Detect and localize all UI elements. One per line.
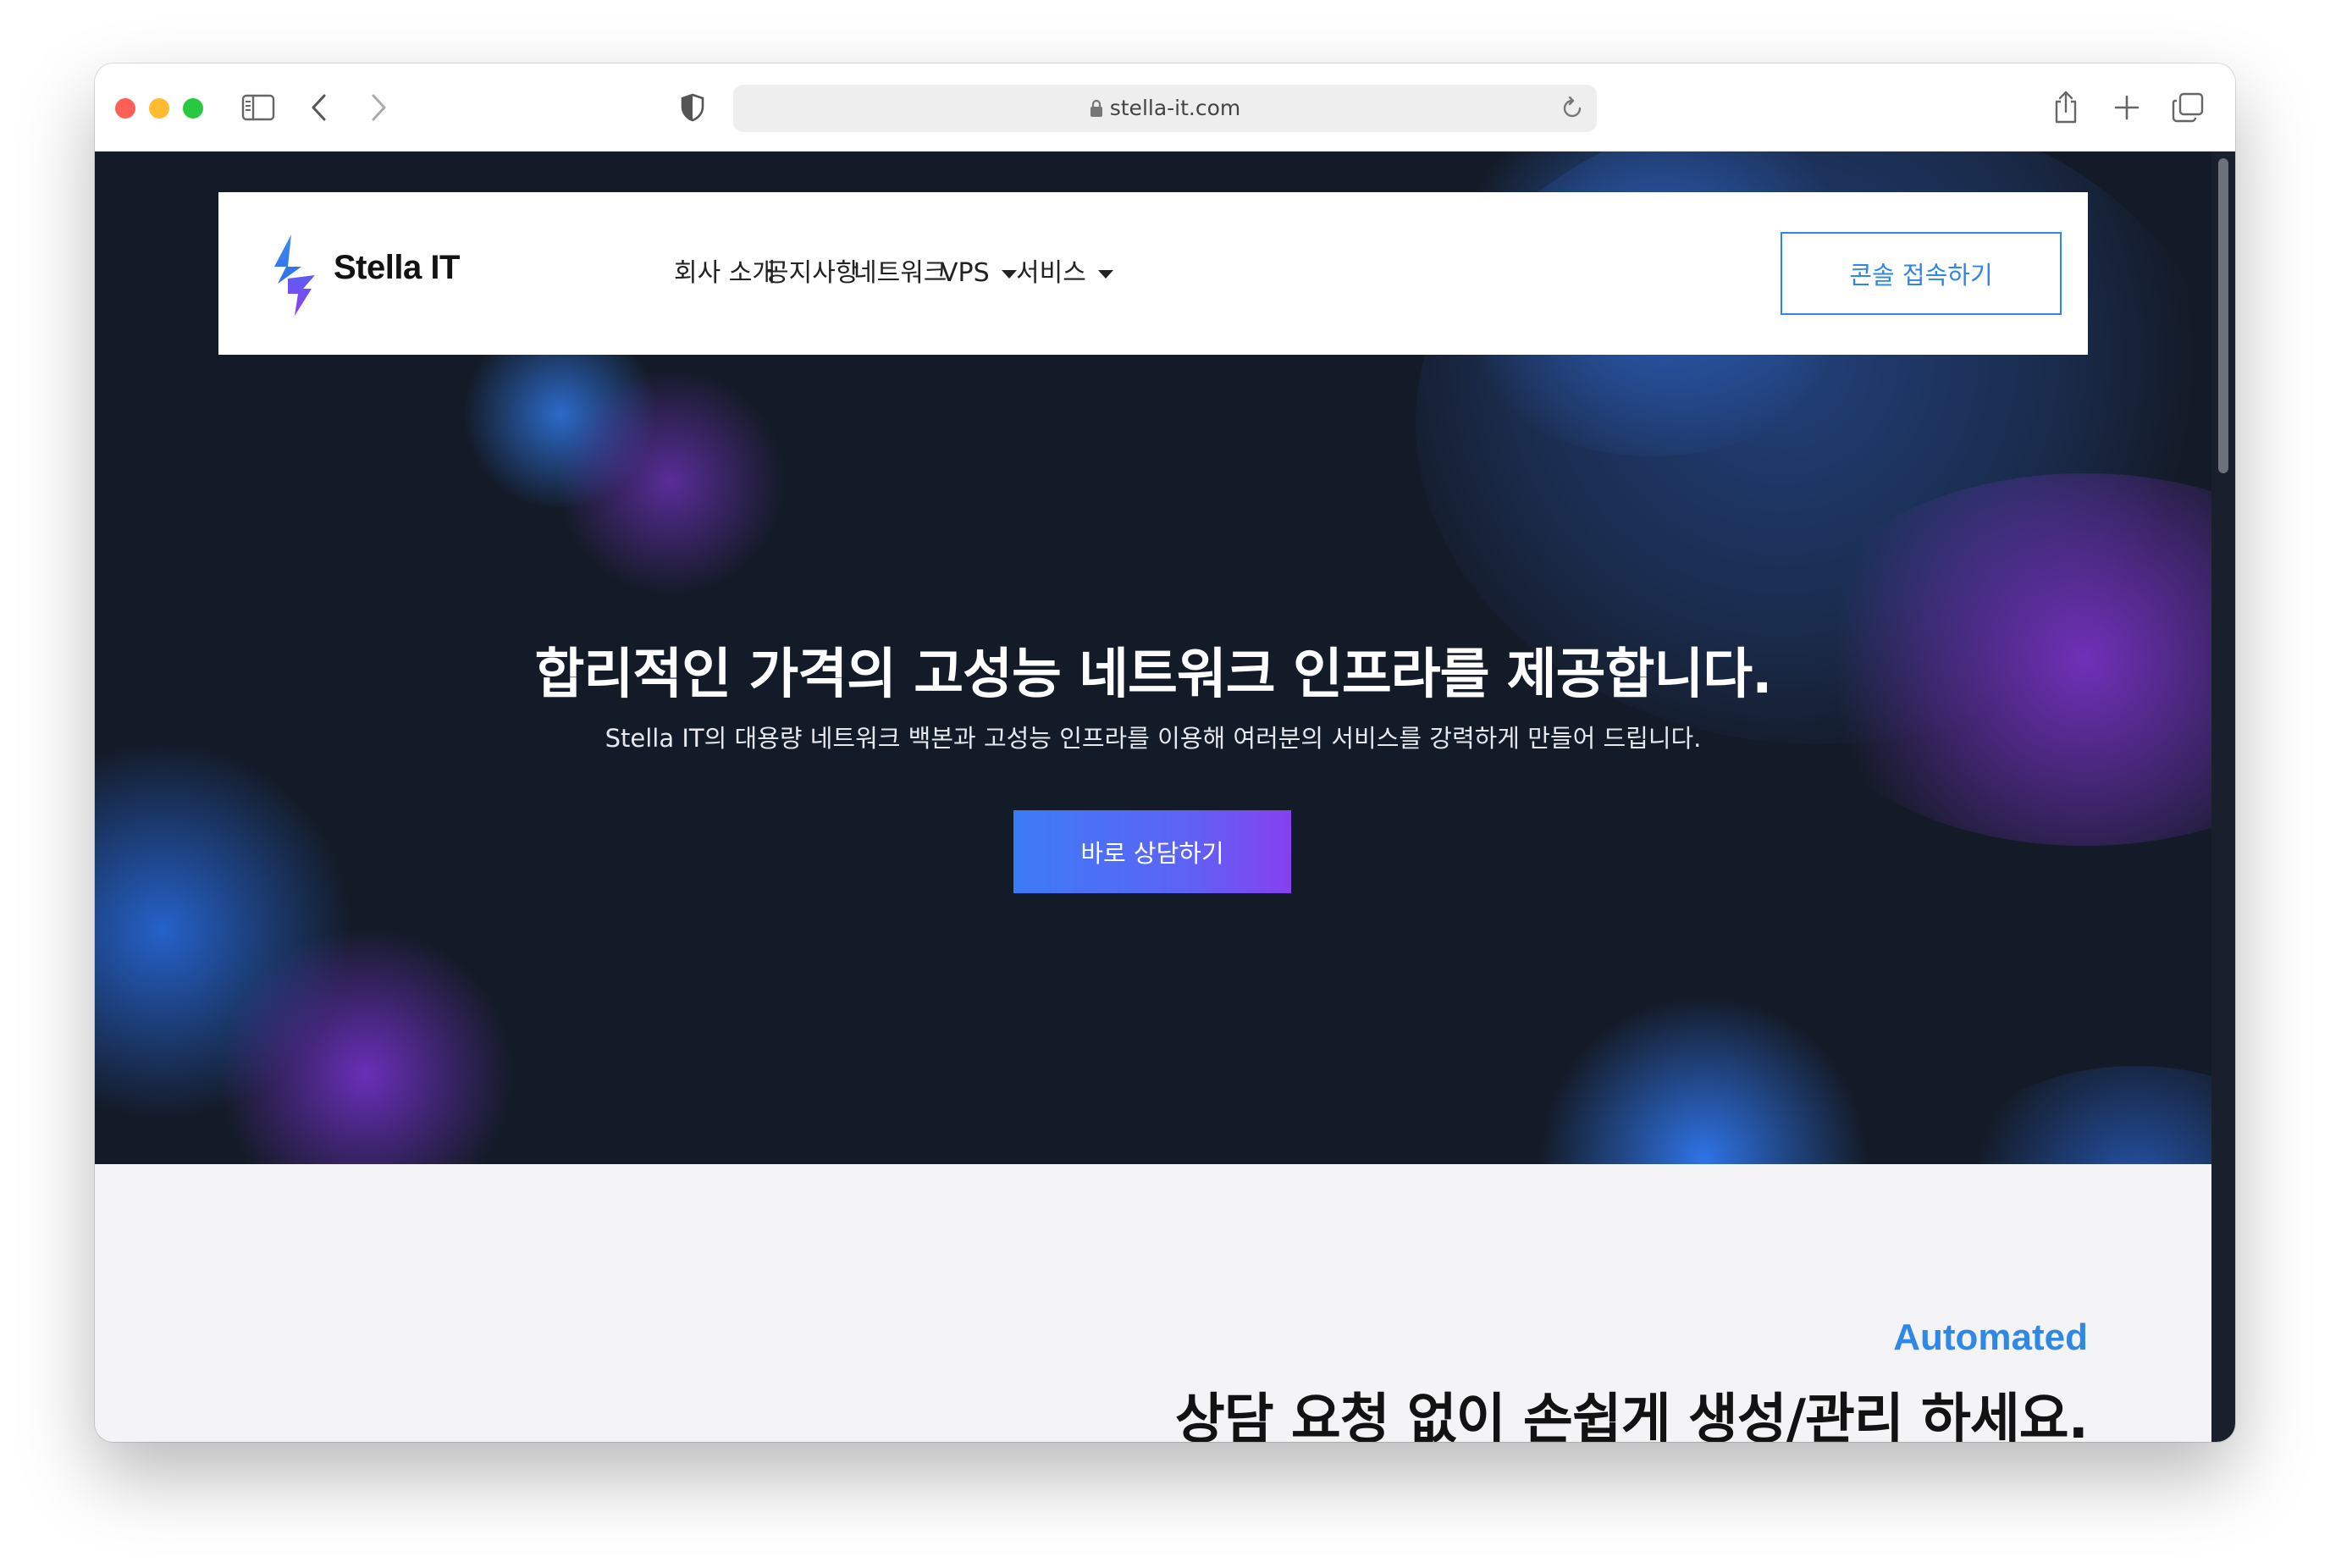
hero-title: 합리적인 가격의 고성능 네트워크 인프라를 제공합니다. — [534, 643, 1773, 706]
stella-logo-icon[interactable] — [269, 233, 320, 317]
browser-toolbar: stella-it.com — [95, 63, 2235, 152]
sidebar-icon[interactable] — [233, 82, 284, 133]
share-icon[interactable] — [2040, 82, 2091, 133]
address-text: stella-it.com — [733, 85, 1597, 132]
shield-icon[interactable] — [667, 82, 718, 133]
page-viewport: Stella IT 회사 소개 공지사항 네트워크 VPS 서비스 콘솔 접속하… — [95, 152, 2211, 1442]
section-eyebrow: Automated — [1893, 1317, 2088, 1358]
browser-window: stella-it.com Stella IT 회사 소개 공지사항 네트워크 … — [95, 63, 2235, 1442]
new-tab-icon[interactable] — [2101, 82, 2152, 133]
nav-item-about[interactable]: 회사 소개 — [674, 257, 776, 290]
nav-item-notices[interactable]: 공지사항 — [765, 257, 859, 290]
minimize-window-button[interactable] — [149, 98, 169, 119]
nav-item-services-label: 서비스 — [1016, 258, 1086, 288]
back-icon[interactable] — [294, 82, 345, 133]
nav-item-services[interactable]: 서비스 — [1016, 257, 1113, 290]
forward-icon[interactable] — [353, 82, 404, 133]
background-blob — [1941, 1066, 2211, 1164]
site-header: Stella IT 회사 소개 공지사항 네트워크 VPS 서비스 콘솔 접속하… — [218, 192, 2088, 355]
nav-item-vps[interactable]: VPS — [941, 257, 1017, 290]
background-blob — [552, 372, 789, 592]
nav-item-network[interactable]: 네트워크 — [853, 257, 947, 290]
caret-down-icon — [1001, 269, 1017, 279]
scrollbar-thumb[interactable] — [2218, 158, 2228, 473]
section-title: 상담 요청 없이 손쉽게 생성/관리 하세요. — [1174, 1389, 2089, 1442]
url-text: stella-it.com — [1109, 96, 1241, 120]
reload-icon[interactable] — [1560, 95, 1585, 125]
zoom-window-button[interactable] — [183, 98, 203, 119]
lock-icon — [1090, 99, 1102, 117]
console-login-button[interactable]: 콘솔 접속하기 — [1781, 232, 2062, 315]
caret-down-icon — [1097, 269, 1113, 279]
page-scrollbar[interactable] — [2211, 152, 2235, 1442]
nav-item-vps-label: VPS — [941, 258, 990, 288]
close-window-button[interactable] — [115, 98, 135, 119]
consult-now-button[interactable]: 바로 상담하기 — [1013, 810, 1291, 893]
hero-subtitle: Stella IT의 대용량 네트워크 백본과 고성능 인프라를 이용해 여러분… — [605, 724, 1702, 753]
hero-section: Stella IT 회사 소개 공지사항 네트워크 VPS 서비스 콘솔 접속하… — [95, 152, 2211, 1164]
brand-name[interactable]: Stella IT — [334, 249, 460, 287]
background-blob — [1526, 998, 1881, 1164]
tabs-overview-icon[interactable] — [2162, 82, 2213, 133]
address-bar[interactable]: stella-it.com — [733, 85, 1597, 132]
